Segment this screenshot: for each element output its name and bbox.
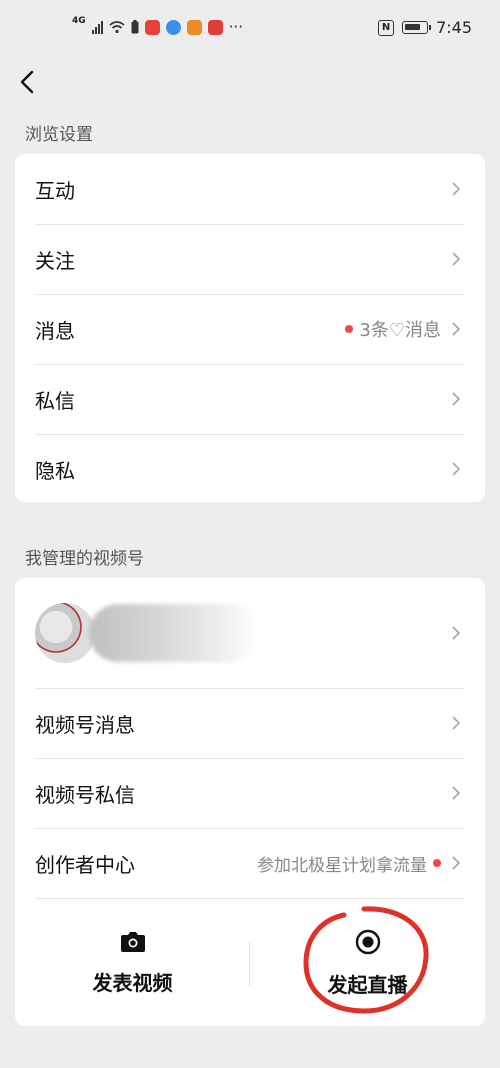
app-notification-icon xyxy=(186,19,202,35)
browse-settings-card: 互动 关注 消息 3条♡消息 私信 隐私 xyxy=(15,154,485,502)
row-label: 互动 xyxy=(35,178,75,203)
more-notifications-icon: ··· xyxy=(228,18,243,36)
promo-text: 参加北极星计划拿流量 xyxy=(257,855,427,876)
row-messages[interactable]: 消息 3条♡消息 xyxy=(15,294,485,364)
divider xyxy=(249,942,250,986)
battery-icon xyxy=(402,21,432,34)
row-follow[interactable]: 关注 xyxy=(15,224,485,294)
row-label: 关注 xyxy=(35,248,75,273)
network-type: 4G xyxy=(72,16,86,26)
chevron-right-icon xyxy=(452,392,461,406)
row-channel-private-messages[interactable]: 视频号私信 xyxy=(15,758,485,828)
start-live-button[interactable]: 发起直播 xyxy=(250,898,485,1026)
unread-dot-icon xyxy=(345,325,354,333)
message-count-text: 3条♡消息 xyxy=(359,320,441,341)
row-channel-messages[interactable]: 视频号消息 xyxy=(15,688,485,758)
row-label: 创作者中心 xyxy=(35,852,135,877)
channel-name-blurred xyxy=(89,604,259,662)
battery-small-icon xyxy=(131,20,139,34)
chevron-right-icon xyxy=(452,626,461,640)
wifi-icon xyxy=(109,20,125,33)
chevron-right-icon xyxy=(452,462,461,476)
row-label: 隐私 xyxy=(35,458,75,483)
section-title-browse: 浏览设置 xyxy=(25,125,93,145)
row-label: 私信 xyxy=(35,388,75,413)
creator-center-promo: 参加北极星计划拿流量 xyxy=(257,851,441,876)
row-creator-center[interactable]: 创作者中心 参加北极星计划拿流量 xyxy=(15,828,485,898)
chevron-left-icon xyxy=(20,70,34,94)
row-interaction[interactable]: 互动 xyxy=(15,154,485,224)
chevron-right-icon xyxy=(452,786,461,800)
row-label: 消息 xyxy=(35,318,75,343)
post-video-button[interactable]: 发表视频 xyxy=(15,898,250,1026)
avatar xyxy=(35,603,95,663)
app-notification-icon xyxy=(144,19,160,35)
channels-card: 视频号消息 视频号私信 创作者中心 参加北极星计划拿流量 发表视频 发起直播 xyxy=(15,578,485,1026)
status-icons-left: 4G ··· xyxy=(72,16,243,36)
post-video-label: 发表视频 xyxy=(92,970,173,995)
section-title-channels: 我管理的视频号 xyxy=(25,549,144,569)
clock: 7:45 xyxy=(436,18,472,37)
chevron-right-icon xyxy=(452,252,461,266)
camera-icon xyxy=(120,931,145,952)
row-private-messages[interactable]: 私信 xyxy=(15,364,485,434)
app-notification-icon xyxy=(165,19,181,35)
signal-icon xyxy=(91,20,103,34)
chevron-right-icon xyxy=(452,182,461,196)
nfc-icon: N xyxy=(378,19,395,36)
start-live-label: 发起直播 xyxy=(327,972,408,997)
channel-profile-row[interactable] xyxy=(15,578,485,688)
unread-dot-icon xyxy=(433,859,441,867)
message-count: 3条♡消息 xyxy=(345,316,441,342)
action-bar: 发表视频 发起直播 xyxy=(15,898,485,1026)
app-notification-icon xyxy=(207,19,223,35)
live-record-icon xyxy=(355,929,380,954)
back-button[interactable] xyxy=(14,64,44,100)
chevron-right-icon xyxy=(452,856,461,870)
chevron-right-icon xyxy=(452,322,461,336)
nav-bar xyxy=(0,58,500,108)
status-icons-right: N 7:45 xyxy=(378,18,472,37)
row-label: 视频号消息 xyxy=(35,712,135,737)
chevron-right-icon xyxy=(452,716,461,730)
status-bar: 4G ··· N 7:45 xyxy=(0,0,500,58)
row-privacy[interactable]: 隐私 xyxy=(15,434,485,502)
row-label: 视频号私信 xyxy=(35,782,135,807)
